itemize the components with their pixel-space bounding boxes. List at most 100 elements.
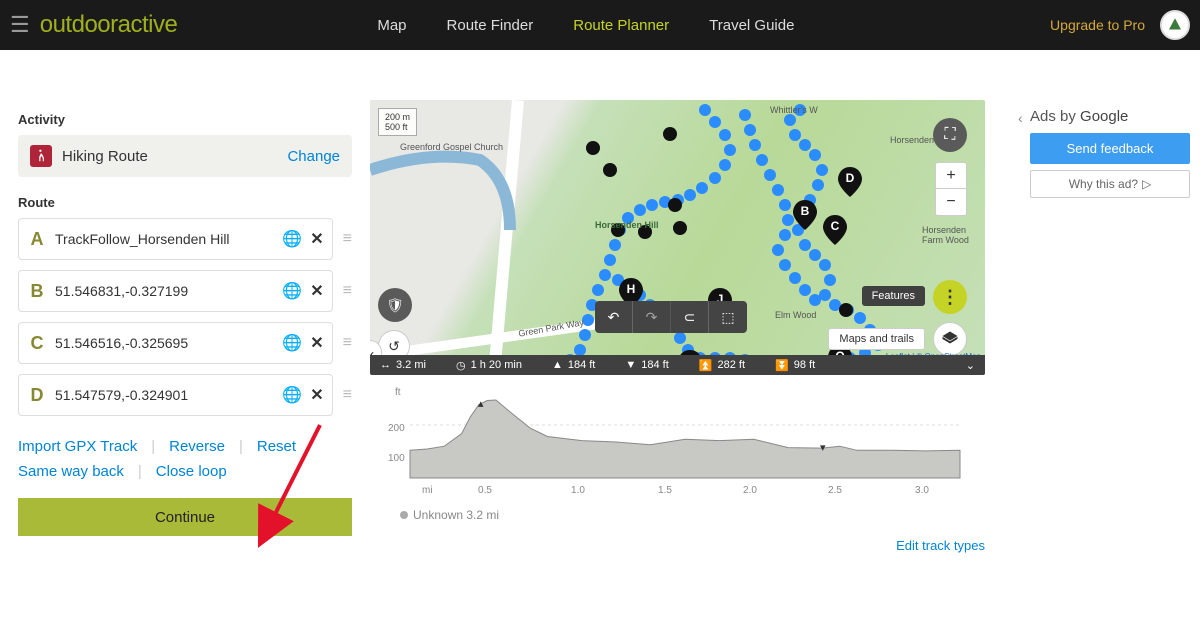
waypoint-input-box[interactable]: B 🌐 ✕ [18, 270, 333, 312]
stat-distance: ↔ 3.2 mi [380, 359, 426, 371]
features-button[interactable]: ⋮ [933, 280, 967, 314]
hamburger-icon[interactable]: ☰ [10, 12, 30, 38]
waypoint-input-box[interactable]: D 🌐 ✕ [18, 374, 333, 416]
separator: | [138, 463, 142, 480]
mountain-icon [1166, 16, 1184, 34]
map-place-label: Horsenden Hill [595, 220, 659, 230]
separator: | [239, 438, 243, 455]
svg-text:100: 100 [388, 453, 405, 464]
zoom-out-button[interactable]: − [936, 189, 966, 215]
stat-ascent: ▲ 184 ft [552, 359, 595, 371]
activity-name: Hiking Route [62, 148, 148, 165]
globe-icon[interactable]: 🌐 [282, 385, 302, 405]
drag-handle-icon[interactable]: ≡ [343, 282, 352, 300]
svg-text:1.5: 1.5 [658, 485, 672, 496]
waypoint-letter: D [27, 385, 47, 406]
scale-metric: 200 m [385, 112, 410, 122]
reverse-link[interactable]: Reverse [169, 438, 225, 455]
surface-legend: Unknown 3.2 mi [400, 508, 985, 522]
waypoint-letter: B [27, 281, 47, 302]
activity-label: Activity [18, 112, 352, 127]
same-way-back-link[interactable]: Same way back [18, 463, 124, 480]
ads-panel: ‹ Ads by Google Send feedback Why this a… [1020, 100, 1200, 548]
waypoint-row: A 🌐 ✕ ≡ [18, 218, 352, 260]
threesixty-button[interactable]: 🛡 [378, 288, 412, 322]
header-right: Upgrade to Pro [1050, 10, 1190, 40]
route-label: Route [18, 195, 352, 210]
reset-link[interactable]: Reset [257, 438, 296, 455]
waypoint-text[interactable] [55, 335, 274, 351]
waypoint-row: B 🌐 ✕ ≡ [18, 270, 352, 312]
nav-map[interactable]: Map [377, 17, 406, 34]
globe-icon[interactable]: 🌐 [282, 229, 302, 249]
zoom-in-button[interactable]: + [936, 163, 966, 189]
close-icon[interactable]: ✕ [310, 385, 323, 405]
waypoint-row: C 🌐 ✕ ≡ [18, 322, 352, 364]
close-icon[interactable]: ✕ [310, 333, 323, 353]
nav-travel-guide[interactable]: Travel Guide [709, 17, 794, 34]
avatar[interactable] [1160, 10, 1190, 40]
crop-button[interactable]: ⬚ [709, 301, 747, 333]
continue-button[interactable]: Continue [18, 498, 352, 536]
app-header: ☰ outdooractive Map Route Finder Route P… [0, 0, 1200, 50]
snap-button[interactable]: ⊂ [671, 301, 709, 333]
svg-text:▾: ▾ [820, 442, 826, 454]
close-icon[interactable]: ✕ [310, 229, 323, 249]
fullscreen-button[interactable]: ⛶ [933, 118, 967, 152]
scale-imperial: 500 ft [385, 122, 410, 132]
upgrade-link[interactable]: Upgrade to Pro [1050, 17, 1145, 33]
waypoint-input-box[interactable]: A 🌐 ✕ [18, 218, 333, 260]
globe-icon[interactable]: 🌐 [282, 333, 302, 353]
svg-text:1.0: 1.0 [571, 485, 585, 496]
stats-collapse-button[interactable]: ⌄ [966, 359, 975, 372]
send-feedback-button[interactable]: Send feedback [1030, 133, 1190, 164]
stat-descent: ▼ 184 ft [625, 359, 668, 371]
route-sidebar: Activity Hiking Route Change Route A 🌐 ✕… [0, 100, 370, 548]
play-icon: ▷ [1142, 177, 1151, 191]
close-loop-link[interactable]: Close loop [156, 463, 227, 480]
drag-handle-icon[interactable]: ≡ [343, 386, 352, 404]
layers-button[interactable] [933, 322, 967, 356]
elevation-chart[interactable]: ft 200 100 ▴ ▾ mi 0.5 1.0 1.5 2.0 2.5 3.… [370, 383, 985, 533]
waypoints-list: A 🌐 ✕ ≡ B 🌐 ✕ ≡ C [18, 218, 352, 416]
waypoint-text[interactable] [55, 387, 274, 403]
close-icon[interactable]: ✕ [310, 281, 323, 301]
features-label: Features [862, 286, 925, 306]
stat-duration: ◷ 1 h 20 min [456, 359, 522, 372]
map-scale: 200 m 500 ft [378, 108, 417, 136]
separator: | [151, 438, 155, 455]
svg-text:3.0: 3.0 [915, 485, 929, 496]
waypoint-input-box[interactable]: C 🌐 ✕ [18, 322, 333, 364]
hiking-icon [30, 145, 52, 167]
redo-button[interactable]: ↷ [633, 301, 671, 333]
drag-handle-icon[interactable]: ≡ [343, 230, 352, 248]
why-this-ad-button[interactable]: Why this ad? ▷ [1030, 170, 1190, 198]
import-gpx-link[interactable]: Import GPX Track [18, 438, 137, 455]
waypoint-text[interactable] [55, 283, 274, 299]
map-place-label: Elm Wood [775, 310, 816, 320]
svg-text:▴: ▴ [478, 398, 484, 410]
maps-trails-label: Maps and trails [828, 328, 925, 350]
map-viewport[interactable]: D B C H J M O Whittler's W Horsenden Woo… [370, 100, 985, 375]
waypoint-letter: A [27, 229, 47, 250]
stat-lowest: ⏬ 98 ft [775, 359, 815, 372]
map-place-label: Horsenden Farm Wood [922, 225, 977, 245]
globe-icon[interactable]: 🌐 [282, 281, 302, 301]
undo-button[interactable]: ↶ [595, 301, 633, 333]
zoom-control: + − [935, 162, 967, 216]
change-activity-link[interactable]: Change [287, 148, 340, 165]
logo[interactable]: outdooractive [40, 11, 178, 39]
waypoint-text[interactable] [55, 231, 274, 247]
drag-handle-icon[interactable]: ≡ [343, 334, 352, 352]
edit-track-types-link[interactable]: Edit track types [896, 538, 985, 553]
waypoint-letter: C [27, 333, 47, 354]
elevation-svg: ft 200 100 ▴ ▾ mi 0.5 1.0 1.5 2.0 2.5 3.… [370, 383, 985, 503]
surface-text: Unknown 3.2 mi [413, 508, 499, 522]
ads-collapse-icon[interactable]: ‹ [1018, 110, 1023, 126]
nav-route-planner[interactable]: Route Planner [573, 17, 669, 34]
svg-text:2.5: 2.5 [828, 485, 842, 496]
main-nav: Map Route Finder Route Planner Travel Gu… [377, 17, 794, 34]
nav-route-finder[interactable]: Route Finder [447, 17, 534, 34]
legend-dot-icon [400, 511, 408, 519]
svg-text:0.5: 0.5 [478, 485, 492, 496]
